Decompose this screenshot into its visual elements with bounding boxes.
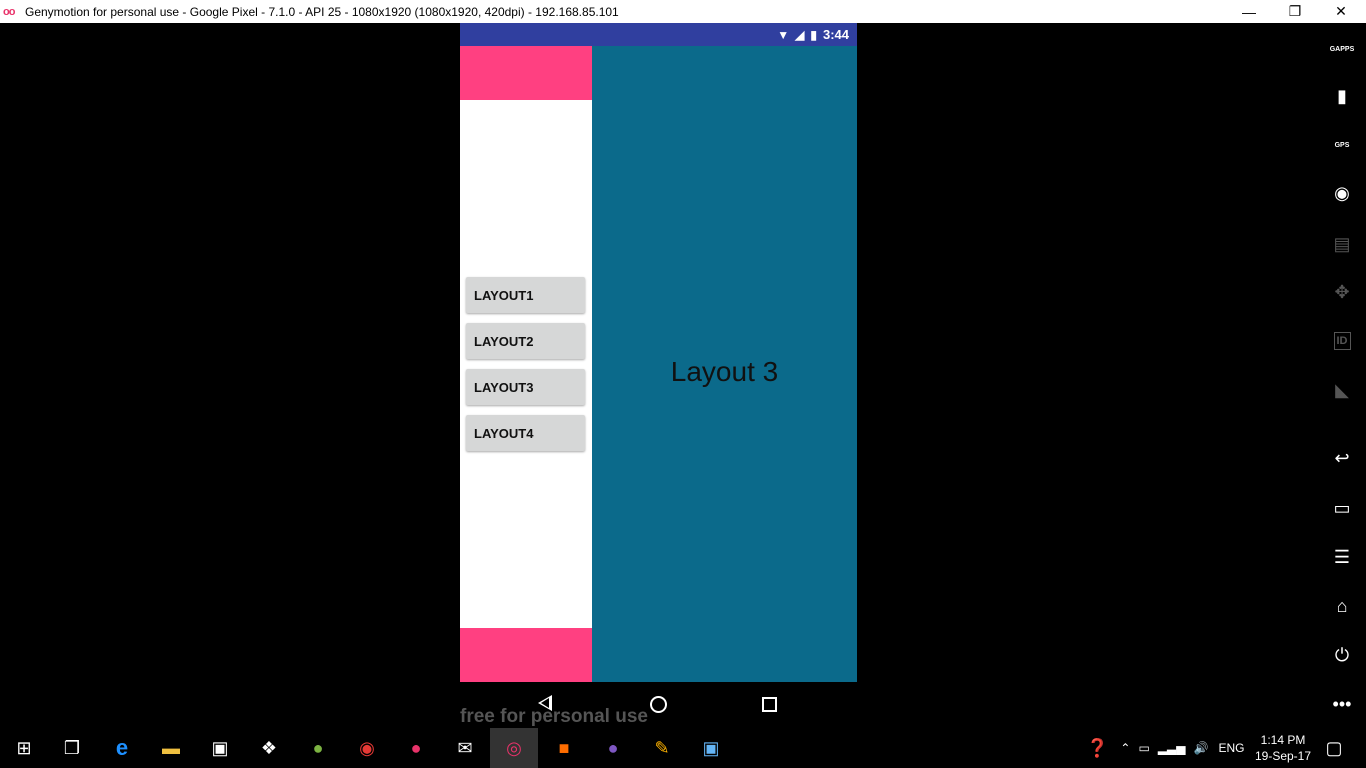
recent-apps-icon[interactable]: ▭ xyxy=(1326,492,1358,524)
chrome-icon[interactable]: ◉ xyxy=(343,728,391,768)
taskbar: ⊞ ❐ e ▬ ▣ ❖ ● ◉ ● ✉ ◎ ■ ● ✎ ▣ ❓ ⌃ ▭ ▂▃▅ … xyxy=(0,728,1366,768)
volume-icon[interactable]: 🔊 xyxy=(1194,741,1209,755)
power-icon[interactable]: ⏻ xyxy=(1326,639,1358,671)
layout2-button[interactable]: LAYOUT2 xyxy=(466,323,585,359)
nav-recents-icon[interactable] xyxy=(762,697,777,712)
start-icon[interactable]: ⊞ xyxy=(0,728,48,768)
paint-icon[interactable]: ✎ xyxy=(638,728,686,768)
watermark: free for personal use xyxy=(460,706,648,727)
wifi-icon: ▼ xyxy=(777,27,790,42)
android-studio-icon[interactable]: ● xyxy=(294,728,342,768)
genymotion-active-icon[interactable]: ◎ xyxy=(490,728,538,768)
menu-icon[interactable]: ☰ xyxy=(1326,541,1358,573)
pdf-icon[interactable]: ■ xyxy=(540,728,588,768)
gapps-label: GAPPS xyxy=(1329,45,1355,53)
task-view-icon[interactable]: ❐ xyxy=(48,728,96,768)
android-screen: ▼ ◢ ▮ 3:44 LAYOUT1 LAYOUT2 LAYOUT3 LAYOU… xyxy=(460,23,857,682)
dropbox-icon[interactable]: ❖ xyxy=(245,728,293,768)
chevron-up-icon[interactable]: ⌃ xyxy=(1120,741,1130,755)
camera-icon[interactable]: ◉ xyxy=(1326,177,1358,209)
gapps-icon[interactable]: GAPPS xyxy=(1326,33,1358,65)
gps-icon[interactable]: GPS xyxy=(1326,129,1358,161)
gps-label: GPS xyxy=(1334,141,1350,149)
language-indicator[interactable]: ENG xyxy=(1218,741,1244,755)
home-icon[interactable]: ⌂ xyxy=(1326,590,1358,622)
clock-time: 1:14 PM xyxy=(1260,733,1306,747)
layout3-button[interactable]: LAYOUT3 xyxy=(466,369,585,405)
cast-icon[interactable]: ◣ xyxy=(1326,374,1358,406)
signal-icon: ◢ xyxy=(795,27,805,42)
id-icon[interactable]: ID xyxy=(1326,325,1358,357)
window-title-bar: oo Genymotion for personal use - Google … xyxy=(0,0,1366,23)
more-icon[interactable]: ••• xyxy=(1326,688,1358,720)
photo-viewer-icon[interactable]: ▣ xyxy=(687,728,735,768)
status-bar: ▼ ◢ ▮ 3:44 xyxy=(460,23,857,46)
clock[interactable]: 1:14 PM 19-Sep-17 xyxy=(1248,732,1318,764)
clock-date: 19-Sep-17 xyxy=(1254,749,1312,763)
minimize-button[interactable]: — xyxy=(1226,0,1272,23)
genymotion-logo: oo xyxy=(3,5,15,18)
pink-footer-block xyxy=(460,628,592,682)
pink-header-block xyxy=(460,46,592,100)
status-time: 3:44 xyxy=(822,27,849,42)
dpad-icon[interactable]: ✥ xyxy=(1326,276,1358,308)
id-label: ID xyxy=(1333,332,1351,350)
layout1-button[interactable]: LAYOUT1 xyxy=(466,277,585,313)
window-title: Genymotion for personal use - Google Pix… xyxy=(25,4,619,19)
desktop: oo Genymotion for personal use - Google … xyxy=(0,0,1366,768)
notifications-icon[interactable]: ▢ xyxy=(1310,728,1358,768)
genymotion-taskbar-icon[interactable]: ● xyxy=(392,728,440,768)
battery-icon[interactable]: ▮ xyxy=(1326,80,1358,112)
mail-icon[interactable]: ✉ xyxy=(441,728,489,768)
help-icon[interactable]: ❓ xyxy=(1086,738,1108,759)
store-icon[interactable]: ▣ xyxy=(196,728,244,768)
network-icon[interactable]: ▂▃▅ xyxy=(1158,741,1186,755)
layout4-button[interactable]: LAYOUT4 xyxy=(466,415,585,451)
battery-status-icon: ▮ xyxy=(810,27,817,42)
file-explorer-icon[interactable]: ▬ xyxy=(147,728,195,768)
system-tray: ❓ ⌃ ▭ ▂▃▅ 🔊 ENG xyxy=(1086,728,1244,768)
back-icon[interactable]: ↩ xyxy=(1326,442,1358,474)
nav-home-icon[interactable] xyxy=(650,696,667,713)
battery-tray-icon[interactable]: ▭ xyxy=(1138,741,1149,755)
left-panel: LAYOUT1 LAYOUT2 LAYOUT3 LAYOUT4 xyxy=(460,46,592,682)
github-icon[interactable]: ● xyxy=(589,728,637,768)
content-label: Layout 3 xyxy=(670,356,779,387)
capture-icon[interactable]: ▤ xyxy=(1326,228,1358,260)
close-button[interactable]: ✕ xyxy=(1318,0,1364,23)
restore-button[interactable]: ❐ xyxy=(1272,0,1318,23)
edge-icon[interactable]: e xyxy=(98,728,146,768)
